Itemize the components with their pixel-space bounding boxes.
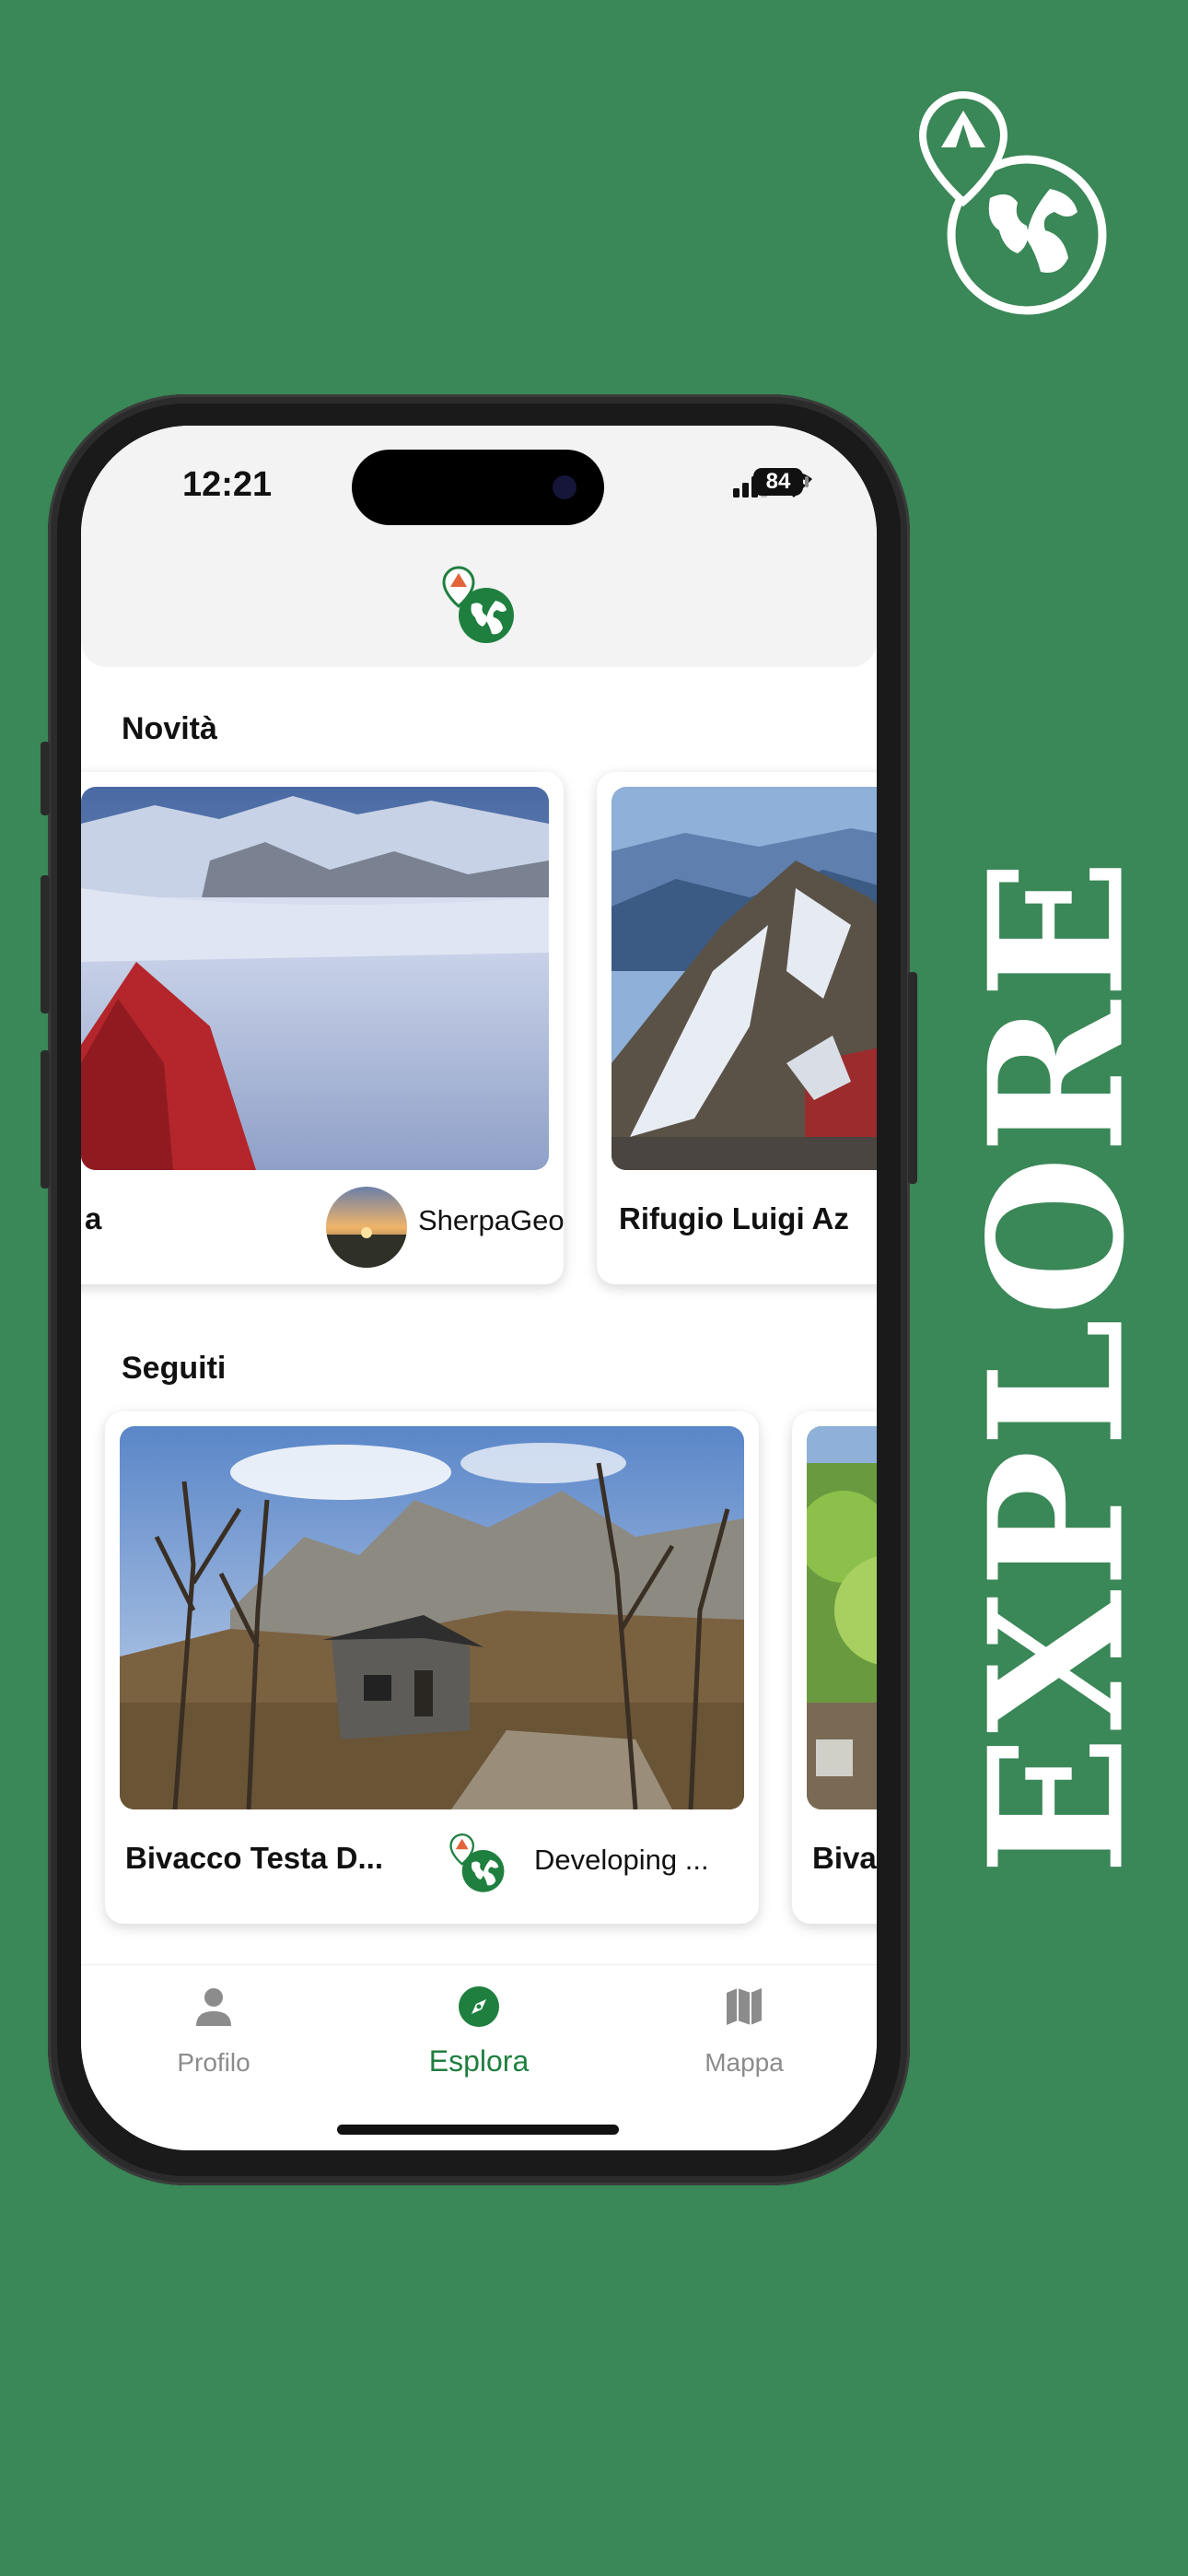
tab-mappa[interactable]: Mappa — [611, 1965, 877, 2103]
phone-side-button — [41, 875, 50, 1013]
compass-icon — [459, 1986, 499, 2027]
post-card[interactable]: Biva — [792, 1411, 877, 1924]
green-forest-photo — [807, 1426, 877, 1809]
phone-screen: 12:21 84 Novità a SherpaGeo Rifugio Luig… — [81, 426, 877, 2150]
card-title: Rifugio Luigi Az — [619, 1201, 849, 1235]
tab-label: Esplora — [428, 2044, 530, 2078]
post-card[interactable]: Bivacco Testa D... Developing ... — [105, 1411, 759, 1924]
post-card[interactable]: Rifugio Luigi Az — [597, 772, 877, 1284]
app-logo-icon — [442, 566, 514, 643]
home-indicator[interactable] — [337, 2125, 619, 2135]
card-title: a — [85, 1201, 102, 1235]
section-title-followed: Seguiti — [122, 1351, 227, 1386]
battery-level: 84 — [765, 469, 791, 494]
phone-side-button — [908, 972, 917, 1184]
phone-side-button — [41, 1050, 50, 1188]
author-avatar — [326, 1187, 407, 1268]
author-name: SherpaGeo — [418, 1204, 565, 1236]
tab-label: Profilo — [177, 2048, 250, 2077]
card-title: Bivacco Testa D... — [125, 1841, 384, 1875]
snowy-camp-photo — [81, 787, 549, 1170]
map-icon — [727, 1988, 762, 2025]
bottom-tab-bar: Profilo Esplora Mappa — [81, 1964, 877, 2150]
status-time: 12:21 — [182, 465, 273, 504]
tab-esplora[interactable]: Esplora — [346, 1965, 611, 2103]
promo-headline: EXPLORE — [949, 856, 1165, 1876]
person-icon — [196, 1988, 231, 2026]
app-logo-icon — [918, 90, 1107, 315]
card-title: Biva — [812, 1841, 877, 1875]
stone-hut-photo — [120, 1426, 744, 1809]
app-header: 12:21 84 — [81, 426, 877, 667]
dynamic-island — [352, 450, 604, 525]
battery-cap — [805, 476, 809, 487]
tab-profilo[interactable]: Profilo — [81, 1965, 346, 2103]
author-name: Developing ... — [534, 1844, 709, 1876]
post-card[interactable]: a SherpaGeo — [81, 772, 565, 1284]
battery-icon: 84 — [753, 468, 803, 496]
section-title-new: Novità — [122, 711, 217, 746]
mountain-refuge-photo — [611, 787, 877, 1170]
author-avatar — [449, 1833, 505, 1892]
phone-side-button — [41, 742, 50, 815]
tab-label: Mappa — [705, 2048, 784, 2077]
